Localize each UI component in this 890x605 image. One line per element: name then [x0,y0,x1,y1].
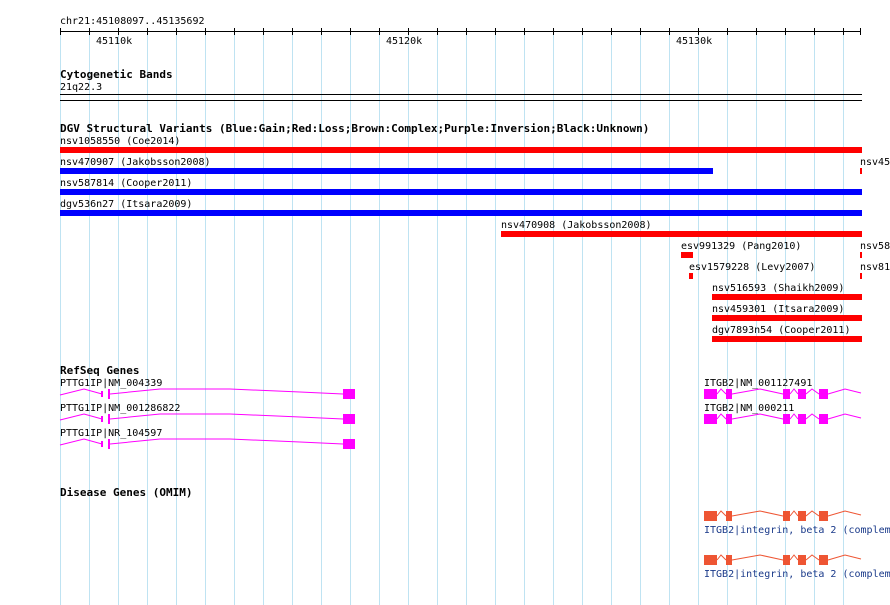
gene-label[interactable]: PTTG1IP|NR_104597 [60,428,162,439]
variant-bar-loss[interactable] [860,252,862,258]
variant-label[interactable]: nsv587814 (Cooper2011) [60,178,192,189]
gene-label[interactable]: ITGB2|NM_001127491 [704,378,812,389]
variant-label[interactable]: nsv470908 (Jakobsson2008) [501,220,652,231]
variant-label[interactable]: nsv459301 (Itsara2009) [712,304,844,315]
gene-label[interactable]: PTTG1IP|NM_004339 [60,378,162,389]
variant-label[interactable]: nsv45 [860,157,890,168]
dgv-track: DGV Structural Variants (Blue:Gain;Red:L… [60,122,890,342]
track-title: RefSeq Genes [60,364,139,377]
variant-label[interactable]: nsv516593 (Shaikh2009) [712,283,844,294]
variant-label[interactable]: nsv58 [860,241,890,252]
track-title: Cytogenetic Bands [60,68,173,81]
ruler-tick-label: 45130k [676,36,712,47]
ruler-tick-label: 45110k [96,36,132,47]
variant-bar-loss[interactable] [681,252,693,258]
omim-gene-label[interactable]: ITGB2|integrin, beta 2 (complem [704,525,890,536]
variant-bar-loss[interactable] [501,231,862,237]
gene-model[interactable] [59,413,355,424]
gene-model[interactable] [59,438,355,449]
variant-label[interactable]: esv1579228 (Levy2007) [689,262,815,273]
variant-bar-loss[interactable] [860,168,862,174]
gene-model[interactable] [704,388,862,399]
omim-track: Disease Genes (OMIM) ITGB2|integrin, bet… [60,486,890,580]
variant-bar-loss[interactable] [60,147,862,153]
variant-label[interactable]: nsv470907 (Jakobsson2008) [60,157,211,168]
variant-bar-gain[interactable] [60,168,713,174]
variant-bar-loss[interactable] [712,294,862,300]
ruler-tick-label: 45120k [386,36,422,47]
track-title: DGV Structural Variants (Blue:Gain;Red:L… [60,122,649,135]
variant-bar-gain[interactable] [60,210,862,216]
variant-label[interactable]: esv991329 (Pang2010) [681,241,801,252]
variant-bar-loss[interactable] [860,273,862,279]
variant-label[interactable]: nsv1058550 (Coe2014) [60,136,180,147]
track-title: Disease Genes (OMIM) [60,486,192,499]
cytoband-label: 21q22.3 [60,82,102,93]
variant-bar-loss[interactable] [689,273,693,279]
genome-browser: chr21:45108097..45135692 45110k 45120k 4… [59,16,890,605]
omim-gene-model[interactable] [704,554,862,565]
ruler: chr21:45108097..45135692 45110k 45120k 4… [60,16,861,47]
gene-label[interactable]: PTTG1IP|NM_001286822 [60,403,180,414]
variant-bar-gain[interactable] [60,189,862,195]
gene-model[interactable] [59,388,355,399]
refseq-track: RefSeq Genes PTTG1IP|NM_004339 PTTG1IP|N… [59,364,862,449]
variant-bar-loss[interactable] [712,336,862,342]
gene-label[interactable]: ITGB2|NM_000211 [704,403,794,414]
variant-label[interactable]: dgv7893n54 (Cooper2011) [712,325,850,336]
locus-label: chr21:45108097..45135692 [60,16,205,27]
variant-bar-loss[interactable] [712,315,862,321]
variant-label[interactable]: nsv81 [860,262,890,273]
gene-model[interactable] [704,413,862,424]
variant-label[interactable]: dgv536n27 (Itsara2009) [60,199,192,210]
omim-gene-label[interactable]: ITGB2|integrin, beta 2 (complem [704,569,890,580]
cytoband-track: Cytogenetic Bands 21q22.3 [60,68,862,101]
omim-gene-model[interactable] [704,510,862,521]
